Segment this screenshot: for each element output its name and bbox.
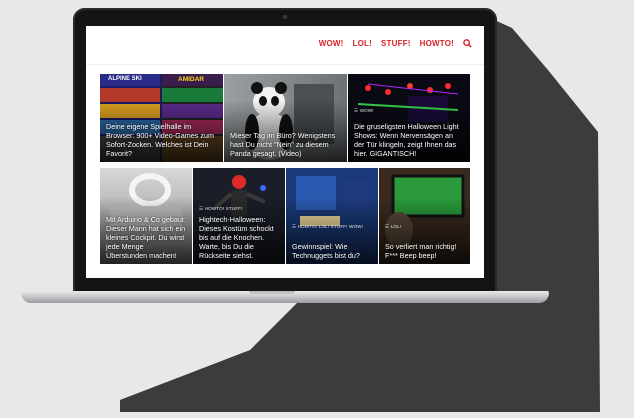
main-nav: WOW! LOL! STUFF! HOWTO!	[319, 39, 472, 48]
arcade-label-amidar: AMIDAR	[178, 76, 204, 83]
article-category: ☰ HOWTO! STUFF!	[199, 206, 243, 211]
article-tile-panda[interactable]: Mieser Tag im Büro? Wenigstens hast Du n…	[224, 74, 347, 162]
arcade-label-alpine: ALPINE SKI	[108, 76, 142, 82]
article-tile-football[interactable]: ☰ LOL! So verliert man richtig! F*** Bee…	[379, 168, 470, 264]
article-title: Deine eigene Spielhalle im Browser: 900+…	[106, 122, 214, 158]
site-header: WOW! LOL! STUFF! HOWTO!	[86, 26, 484, 65]
article-tile-gewinnspiel[interactable]: ☰ HOWTO! LOL! STUFF! WOW! Gewinnspiel: W…	[286, 168, 378, 264]
article-tile-cockpit[interactable]: Mit Arduino & Co gebaut: Dieser Mann hat…	[100, 168, 192, 264]
article-title: Gewinnspiel: Wie Technuggets bist du?	[292, 242, 360, 260]
article-title: Hightech-Halloween: Dieses Kostüm schock…	[199, 215, 274, 260]
camera-icon	[283, 15, 287, 19]
search-icon[interactable]	[463, 39, 472, 48]
laptop-screen: WOW! LOL! STUFF! HOWTO! ALPINE SKI AMIDA…	[86, 26, 484, 278]
article-tile-arcade[interactable]: ALPINE SKI AMIDAR Deine eigene Spielhall…	[100, 74, 223, 162]
article-tile-costume[interactable]: ☰ HOWTO! STUFF! Hightech-Halloween: Dies…	[193, 168, 285, 264]
laptop-notch	[249, 291, 295, 296]
article-grid: ALPINE SKI AMIDAR Deine eigene Spielhall…	[100, 74, 470, 264]
article-tile-halloween-lights[interactable]: ☰ WOW! Die gruseligsten Halloween Light …	[348, 74, 470, 162]
article-category: ☰ WOW!	[354, 108, 374, 113]
article-title: Mit Arduino & Co gebaut: Dieser Mann hat…	[106, 215, 186, 260]
nav-link-stuff[interactable]: STUFF!	[381, 39, 411, 48]
nav-link-howto[interactable]: HOWTO!	[420, 39, 454, 48]
nav-link-wow[interactable]: WOW!	[319, 39, 344, 48]
article-category: ☰ LOL!	[385, 224, 402, 229]
article-title: Die gruseligsten Halloween Light Shows: …	[354, 122, 459, 158]
nav-link-lol[interactable]: LOL!	[353, 39, 372, 48]
article-title: Mieser Tag im Büro? Wenigstens hast Du n…	[230, 131, 336, 158]
article-category: ☰ HOWTO! LOL! STUFF! WOW!	[292, 224, 364, 229]
article-title: So verliert man richtig! F*** Beep beep!	[385, 242, 457, 260]
